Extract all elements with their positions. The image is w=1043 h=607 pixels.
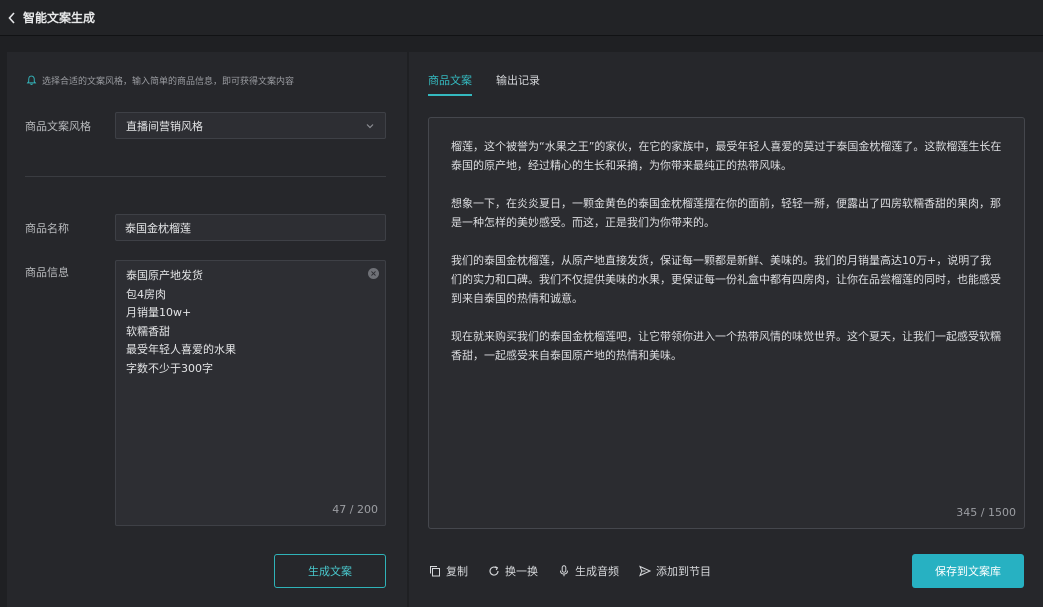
bell-icon (26, 75, 37, 85)
output-tabs: 商品文案 输出记录 (428, 66, 564, 96)
product-name-input[interactable]: 泰国金枕榴莲 (115, 214, 386, 241)
hint-text: 选择合适的文案风格，输入简单的商品信息，即可获得文案内容 (42, 77, 295, 87)
refresh-icon (489, 566, 499, 576)
style-label: 商品文案风格 (25, 120, 91, 133)
output-panel: 商品文案 输出记录 榴莲，这个被誉为“水果之王”的家伙，在它的家族中，最受年轻人… (409, 52, 1043, 607)
output-paragraph: 现在就来购买我们的泰国金枕榴莲吧，让它带领你进入一个热带风情的味觉世界。这个夏天… (451, 330, 1001, 362)
info-line: 包4房肉 (126, 287, 166, 301)
input-panel: 选择合适的文案风格，输入简单的商品信息，即可获得文案内容 商品文案风格 直播间营… (7, 52, 407, 607)
style-select[interactable]: 直播间营销风格 (115, 112, 386, 139)
output-char-counter: 345 / 1500 (956, 506, 1016, 519)
add-to-program-label: 添加到节目 (656, 565, 711, 578)
output-paragraph: 我们的泰国金枕榴莲，从原产地直接发货，保证每一颗都是新鲜、美味的。我们的月销量高… (451, 254, 1001, 305)
info-line: 字数不少于300字 (126, 361, 213, 375)
copy-icon (430, 566, 440, 577)
hint-row: 选择合适的文案风格，输入简单的商品信息，即可获得文案内容 (26, 74, 294, 87)
copy-label: 复制 (446, 565, 468, 578)
divider (25, 176, 386, 177)
product-name-label: 商品名称 (25, 222, 69, 235)
product-info-label: 商品信息 (25, 266, 69, 279)
save-to-library-button[interactable]: 保存到文案库 (912, 554, 1024, 588)
tab-output-history[interactable]: 输出记录 (496, 66, 540, 96)
back-icon[interactable] (8, 11, 18, 25)
generate-audio-label: 生成音频 (575, 565, 619, 578)
info-line: 最受年轻人喜爱的水果 (126, 343, 236, 357)
page-title: 智能文案生成 (23, 11, 96, 25)
clear-icon[interactable]: × (368, 268, 379, 279)
info-line: 软糯香甜 (126, 324, 170, 338)
copy-button[interactable]: 复制 (429, 563, 468, 579)
info-line: 泰国原产地发货 (126, 269, 203, 282)
output-textarea[interactable]: 榴莲，这个被誉为“水果之王”的家伙，在它的家族中，最受年轻人喜爱的莫过于泰国金枕… (428, 117, 1025, 529)
style-select-value: 直播间营销风格 (126, 119, 203, 133)
generate-button[interactable]: 生成文案 (274, 554, 386, 588)
top-bar: 智能文案生成 (0, 0, 1043, 36)
swap-button[interactable]: 换一换 (488, 563, 538, 579)
output-paragraph: 榴莲，这个被誉为“水果之王”的家伙，在它的家族中，最受年轻人喜爱的莫过于泰国金枕… (451, 140, 1002, 172)
info-char-counter: 47 / 200 (332, 503, 378, 516)
microphone-icon (560, 565, 568, 577)
product-info-textarea[interactable]: 泰国原产地发货 包4房肉 月销量10w+ 软糯香甜 最受年轻人喜爱的水果 字数不… (115, 260, 386, 526)
action-bar: 复制 换一换 生成音频 添加到节目 (429, 559, 731, 583)
chevron-down-icon (366, 123, 374, 128)
tab-product-copy[interactable]: 商品文案 (428, 66, 472, 96)
generate-audio-button[interactable]: 生成音频 (558, 563, 619, 579)
output-paragraph: 想象一下，在炎炎夏日，一颗金黄色的泰国金枕榴莲摆在你的面前，轻轻一掰，便露出了四… (451, 197, 1001, 229)
add-to-program-button[interactable]: 添加到节目 (639, 563, 711, 579)
send-icon (639, 565, 651, 577)
info-line: 月销量10w+ (126, 306, 192, 320)
product-name-value: 泰国金枕榴莲 (125, 221, 191, 235)
swap-label: 换一换 (505, 565, 538, 578)
